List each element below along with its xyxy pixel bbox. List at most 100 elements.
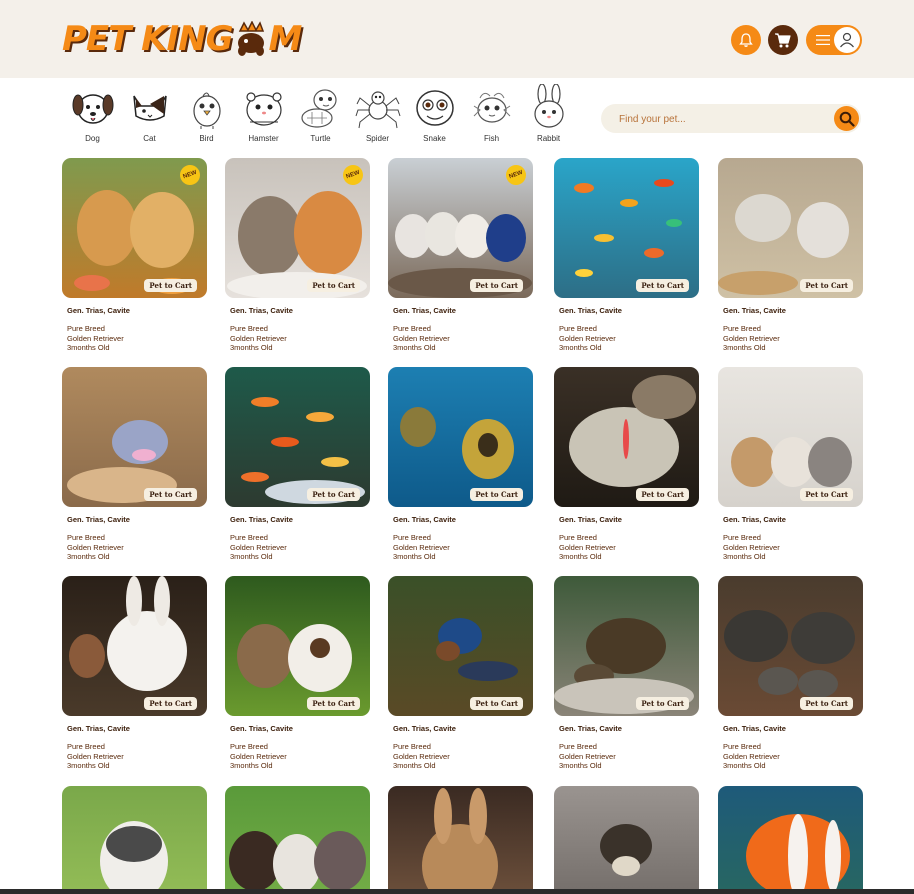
pet-card[interactable]: NEW Pet to Cart Gen. Trias, Cavite Pure Br… xyxy=(62,158,207,353)
pet-photo[interactable]: Pet to Cart xyxy=(62,367,207,507)
pet-photo-husky-puppy xyxy=(62,786,207,894)
pet-photo[interactable]: Pet to Cart xyxy=(62,576,207,716)
category-label: Spider xyxy=(365,134,390,143)
category-fish[interactable]: Fish xyxy=(463,84,520,150)
pet-card[interactable]: Pet to Cart Gen. Trias, Cavite Pure Breed… xyxy=(554,367,699,562)
pet-card[interactable]: Pet to Cart Gen. Trias, Cavite Pure Breed… xyxy=(388,367,533,562)
window-bottom-edge xyxy=(0,889,914,894)
pet-card[interactable]: Pet to Cart Gen. Trias, Cavite Pure Breed… xyxy=(388,576,533,771)
pet-to-cart-button[interactable]: Pet to Cart xyxy=(307,488,360,501)
pet-to-cart-button[interactable]: Pet to Cart xyxy=(636,488,689,501)
pet-card[interactable]: Pet to Cart Gen. Trias, Cavite Pure Breed… xyxy=(62,367,207,562)
category-snake[interactable]: Snake xyxy=(406,84,463,150)
pet-to-cart-button[interactable]: Pet to Cart xyxy=(470,488,523,501)
pet-card[interactable]: Pet to Cart Gen. Trias, Cavite Pure Breed… xyxy=(718,158,863,353)
pet-photo[interactable]: NEW Pet to Cart xyxy=(225,158,370,298)
pet-card[interactable]: NEW Pet to Cart Gen. Trias, Cavite Pure Br… xyxy=(225,158,370,353)
pet-photo[interactable] xyxy=(225,786,370,894)
pet-location: Gen. Trias, Cavite xyxy=(723,306,786,315)
pet-to-cart-button[interactable]: Pet to Cart xyxy=(144,279,197,292)
pet-photo[interactable] xyxy=(62,786,207,894)
category-label: Cat xyxy=(143,134,156,143)
pet-photo[interactable] xyxy=(554,786,699,894)
pet-card[interactable] xyxy=(388,786,533,894)
pet-kind: Golden Retriever xyxy=(230,333,287,343)
pet-photo[interactable] xyxy=(388,786,533,894)
category-rabbit[interactable]: Rabbit xyxy=(520,84,577,150)
category-dog[interactable]: Dog xyxy=(64,84,121,150)
pet-photo[interactable]: NEW Pet to Cart xyxy=(388,158,533,298)
pet-location: Gen. Trias, Cavite xyxy=(559,515,622,524)
search-input[interactable] xyxy=(619,111,819,127)
category-bar: Dog Cat Bird Hamster Turtle Spider Snake… xyxy=(64,84,577,150)
pet-photo[interactable] xyxy=(718,786,863,894)
pet-age: 3months Old xyxy=(559,343,602,352)
pet-to-cart-button[interactable]: Pet to Cart xyxy=(800,488,853,501)
pet-to-cart-button[interactable]: Pet to Cart xyxy=(470,697,523,710)
category-bird[interactable]: Bird xyxy=(178,84,235,150)
pet-breed: Pure Breed xyxy=(559,742,597,751)
pet-photo[interactable]: Pet to Cart xyxy=(388,576,533,716)
pet-photo[interactable]: Pet to Cart xyxy=(718,158,863,298)
pet-to-cart-button[interactable]: Pet to Cart xyxy=(800,697,853,710)
pet-photo[interactable]: Pet to Cart xyxy=(718,576,863,716)
hamster-icon xyxy=(245,92,282,126)
cart-button[interactable] xyxy=(768,25,798,55)
pet-card[interactable] xyxy=(62,786,207,894)
category-spider[interactable]: Spider xyxy=(349,84,406,150)
pet-card[interactable] xyxy=(225,786,370,894)
pet-photo[interactable]: Pet to Cart xyxy=(554,576,699,716)
pet-card[interactable]: NEW Pet to Cart Gen. Trias, Cavite Pure Br… xyxy=(388,158,533,353)
pet-to-cart-button[interactable]: Pet to Cart xyxy=(307,697,360,710)
pet-photo[interactable]: Pet to Cart xyxy=(388,367,533,507)
pet-details: Pure Breed Golden Retriever 3months Old xyxy=(67,324,207,353)
pet-card[interactable]: Pet to Cart Gen. Trias, Cavite Pure Breed… xyxy=(554,576,699,771)
pet-card[interactable]: Pet to Cart Gen. Trias, Cavite Pure Breed… xyxy=(62,576,207,771)
pet-details: Pure Breed Golden Retriever 3months Old xyxy=(559,324,699,353)
category-label: Dog xyxy=(85,134,100,143)
pet-card[interactable]: Pet to Cart Gen. Trias, Cavite Pure Breed… xyxy=(225,576,370,771)
pet-to-cart-button[interactable]: Pet to Cart xyxy=(636,279,689,292)
search-bar xyxy=(601,104,861,133)
pet-to-cart-button[interactable]: Pet to Cart xyxy=(144,697,197,710)
pet-breed: Pure Breed xyxy=(723,324,761,333)
pet-card[interactable] xyxy=(718,786,863,894)
pet-kind: Golden Retriever xyxy=(723,542,780,552)
pet-kind: Golden Retriever xyxy=(230,751,287,761)
category-hamster[interactable]: Hamster xyxy=(235,84,292,150)
search-button[interactable] xyxy=(834,106,859,131)
pet-card[interactable] xyxy=(554,786,699,894)
pet-card[interactable]: Pet to Cart Gen. Trias, Cavite Pure Breed… xyxy=(718,576,863,771)
pet-to-cart-button[interactable]: Pet to Cart xyxy=(800,279,853,292)
pet-card[interactable]: Pet to Cart Gen. Trias, Cavite Pure Breed… xyxy=(225,367,370,562)
pet-location: Gen. Trias, Cavite xyxy=(723,515,786,524)
pet-photo-turtles-water xyxy=(388,367,533,507)
account-menu-button[interactable] xyxy=(806,25,862,55)
pet-photo[interactable]: Pet to Cart xyxy=(718,367,863,507)
pet-location: Gen. Trias, Cavite xyxy=(393,724,456,733)
pet-kind: Golden Retriever xyxy=(393,333,450,343)
pet-photo-tortoise xyxy=(554,576,699,716)
pet-card[interactable]: Pet to Cart Gen. Trias, Cavite Pure Breed… xyxy=(554,158,699,353)
category-turtle[interactable]: Turtle xyxy=(292,84,349,150)
pet-photo-clownfish xyxy=(718,786,863,894)
pet-photo-fish xyxy=(554,158,699,298)
pet-photo[interactable]: NEW Pet to Cart xyxy=(62,158,207,298)
pet-to-cart-button[interactable]: Pet to Cart xyxy=(144,488,197,501)
logo[interactable]: PET KING M xyxy=(62,16,303,62)
pet-photo-hamsters xyxy=(718,158,863,298)
pet-card[interactable]: Pet to Cart Gen. Trias, Cavite Pure Breed… xyxy=(718,367,863,562)
logo-text-right: M xyxy=(268,19,303,59)
pet-to-cart-button[interactable]: Pet to Cart xyxy=(470,279,523,292)
pet-photo[interactable]: Pet to Cart xyxy=(225,576,370,716)
pet-to-cart-button[interactable]: Pet to Cart xyxy=(307,279,360,292)
category-cat[interactable]: Cat xyxy=(121,84,178,150)
pet-to-cart-button[interactable]: Pet to Cart xyxy=(636,697,689,710)
notification-button[interactable] xyxy=(731,25,761,55)
pet-photo[interactable]: Pet to Cart xyxy=(225,367,370,507)
pet-age: 3months Old xyxy=(723,552,766,561)
pet-photo[interactable]: Pet to Cart xyxy=(554,158,699,298)
user-avatar[interactable] xyxy=(834,27,860,53)
pet-photo[interactable]: Pet to Cart xyxy=(554,367,699,507)
pet-age: 3months Old xyxy=(723,761,766,770)
